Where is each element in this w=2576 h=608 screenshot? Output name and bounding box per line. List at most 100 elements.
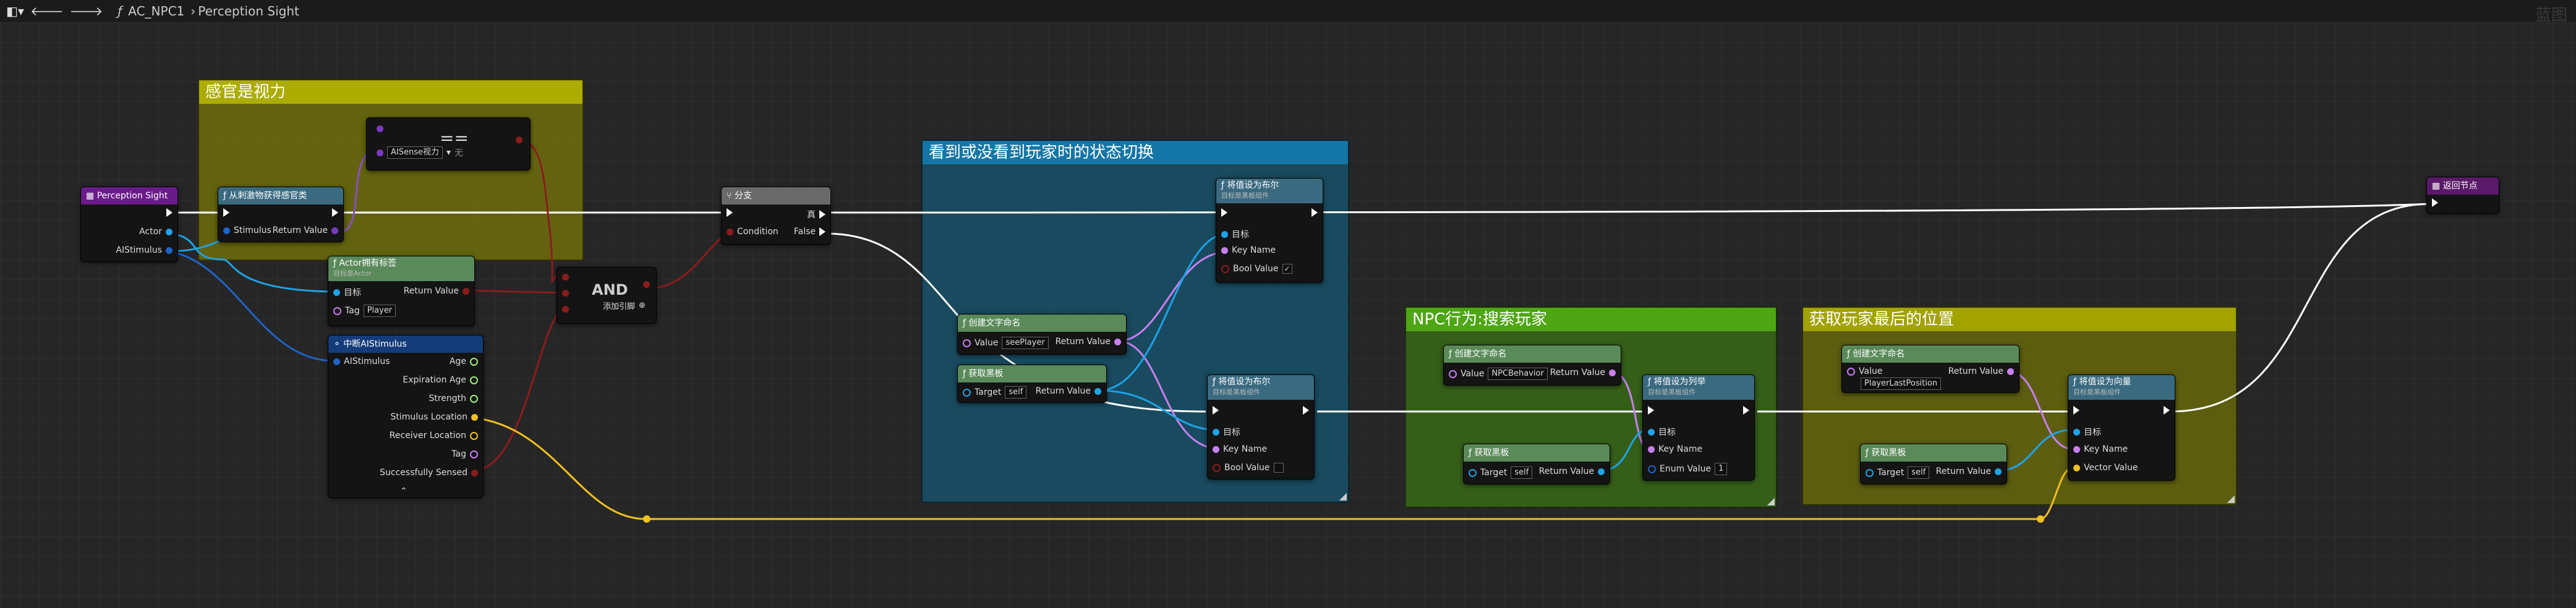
target-field[interactable]: self — [1511, 467, 1533, 479]
node-header[interactable]: ƒ 获取黑板 — [1464, 444, 1610, 462]
value-field[interactable]: NPCBehavior — [1488, 368, 1548, 380]
tag-in-pin[interactable]: Tag Player — [333, 305, 396, 317]
chevron-down-icon[interactable]: ▾ — [446, 148, 451, 158]
get-blackboard-node-3[interactable]: ƒ 获取黑板 Target self Return Value — [1860, 444, 2007, 484]
node-header[interactable]: ⑂ 分支 — [722, 187, 830, 205]
exec-out-pin[interactable] — [1311, 208, 1318, 217]
tag-field[interactable]: Player — [363, 305, 396, 317]
node-header[interactable]: ƒ 获取黑板 — [1861, 444, 2007, 462]
bool-value-pin[interactable]: Bool Value ✓ — [1221, 264, 1292, 274]
add-pin-button[interactable]: 添加引脚 ⊕ — [603, 300, 646, 311]
set-vector-node[interactable]: ƒ 将值设为向量 目标是黑板组件 目标 Key Name Vector Value — [2068, 374, 2175, 481]
equal-node[interactable]: AISense视力 ▾ 无 == — [366, 117, 531, 171]
exec-in-pin[interactable] — [2432, 198, 2438, 207]
target-in-pin[interactable]: Target self — [1866, 467, 1930, 479]
vector-value-pin[interactable]: Vector Value — [2073, 463, 2138, 473]
stimulus-in-pin[interactable]: Stimulus — [223, 226, 271, 235]
tag-pin[interactable]: Tag — [451, 449, 478, 459]
checkbox-unchecked[interactable] — [1273, 463, 1284, 473]
b-in-pin[interactable]: AISense视力 ▾ 无 — [377, 146, 463, 159]
node-header[interactable]: ƒ 创建文字命名 — [958, 315, 1126, 332]
node-header[interactable]: ƒ 创建文字命名 — [1842, 345, 2019, 363]
return-value-pin[interactable]: Return Value — [1056, 337, 1121, 347]
stimulus-location-pin[interactable]: Stimulus Location — [391, 412, 478, 422]
get-blackboard-node-1[interactable]: ƒ 获取黑板 Target self Return Value — [957, 365, 1107, 403]
get-sense-class-node[interactable]: ƒ 从刺激物获得感官类 Stimulus Return Value — [218, 187, 344, 242]
make-name-node-3[interactable]: ƒ 创建文字命名 Value PlayerLastPosition Return… — [1841, 345, 2019, 393]
age-pin[interactable]: Age — [450, 357, 478, 366]
return-value-pin[interactable]: Return Value — [1036, 386, 1101, 396]
target-in-pin[interactable]: 目标 — [1648, 426, 1676, 438]
return-value-pin[interactable]: Return Value — [1948, 366, 2014, 376]
actor-out-pin[interactable]: Actor — [139, 227, 173, 237]
key-name-pin[interactable]: Key Name — [1648, 444, 1702, 454]
return-value-pin[interactable]: Return Value — [404, 286, 469, 296]
node-header[interactable]: ƒ 将值设为布尔 目标是黑板组件 — [1208, 375, 1314, 400]
and-node[interactable]: AND 添加引脚 ⊕ — [557, 267, 657, 324]
return-value-pin[interactable]: Return Value — [1539, 467, 1605, 476]
condition-in-pin[interactable]: Condition — [727, 227, 778, 237]
node-header[interactable]: ▦ Perception Sight — [81, 187, 177, 205]
break-aistimulus-node[interactable]: ⚬ 中断AIStimulus AIStimulus Age Expiration… — [328, 335, 484, 498]
exec-out-pin[interactable] — [166, 208, 173, 217]
value-in-pin[interactable]: Value — [1847, 366, 1882, 376]
exec-in-pin[interactable] — [1648, 406, 1654, 415]
return-node[interactable]: ▦ 返回节点 — [2426, 177, 2499, 214]
target-in-pin[interactable]: Target self — [1469, 467, 1533, 479]
target-in-pin[interactable]: 目标 — [2073, 426, 2101, 438]
value-in-pin[interactable]: Value NPCBehavior — [1449, 368, 1548, 380]
node-header[interactable]: ƒ 将值设为列举 目标是黑板组件 — [1643, 375, 1754, 400]
node-header[interactable]: ▦ 返回节点 — [2427, 177, 2499, 195]
exec-in-pin[interactable] — [2073, 406, 2079, 415]
exec-out-pin[interactable] — [332, 208, 338, 217]
stimulus-out-pin[interactable]: AIStimulus — [116, 245, 173, 255]
set-enum-node[interactable]: ƒ 将值设为列举 目标是黑板组件 目标 Key Name Enum Value 1 — [1642, 374, 1755, 481]
exec-in-pin[interactable] — [223, 208, 229, 217]
target-in-pin[interactable]: Target self — [963, 386, 1027, 399]
actor-has-tag-node[interactable]: ƒ Actor拥有标签 目标是Actor 目标 Return Value Tag P… — [328, 256, 475, 326]
bool-value-pin[interactable]: Bool Value — [1213, 463, 1284, 473]
result-out-pin[interactable] — [643, 281, 650, 288]
make-name-node-1[interactable]: ƒ 创建文字命名 Value seePlayer Return Value — [957, 314, 1127, 355]
node-header[interactable]: ƒ 将值设为布尔 目标是黑板组件 — [1216, 179, 1323, 203]
target-in-pin[interactable]: 目标 — [1221, 228, 1249, 240]
exec-in-pin[interactable] — [1213, 406, 1219, 415]
node-header[interactable]: ƒ 创建文字命名 — [1444, 345, 1621, 363]
enum-field[interactable]: 1 — [1715, 463, 1728, 475]
collapse-arrow-icon[interactable]: ⌃ — [400, 486, 407, 496]
strength-pin[interactable]: Strength — [429, 394, 478, 403]
sensed-pin[interactable]: Successfully Sensed — [380, 468, 478, 478]
node-header[interactable]: ⚬ 中断AIStimulus — [328, 336, 483, 353]
value-in-pin[interactable]: Value seePlayer — [963, 337, 1049, 349]
target-field[interactable]: self — [1005, 386, 1027, 399]
key-name-pin[interactable]: Key Name — [1221, 245, 1276, 255]
b-in-pin[interactable] — [562, 290, 569, 297]
set-bool-node-1[interactable]: ƒ 将值设为布尔 目标是黑板组件 目标 Key Name Bool Value ✓ — [1216, 178, 1323, 283]
target-field[interactable]: self — [1908, 467, 1930, 479]
value-field[interactable]: seePlayer — [1002, 337, 1049, 349]
sense-class-select[interactable]: AISense视力 — [387, 146, 443, 159]
exec-out-pin[interactable] — [1743, 406, 1749, 415]
key-name-pin[interactable]: Key Name — [2073, 444, 2128, 454]
return-value-pin[interactable]: Return Value — [1936, 467, 2002, 476]
false-out-pin[interactable]: False — [794, 227, 825, 237]
node-header[interactable]: ƒ Actor拥有标签 目标是Actor — [328, 256, 474, 281]
a-in-pin[interactable] — [377, 125, 383, 132]
node-header[interactable]: ƒ 从刺激物获得感官类 — [218, 187, 343, 205]
c-in-pin[interactable] — [562, 306, 569, 313]
set-bool-node-2[interactable]: ƒ 将值设为布尔 目标是黑板组件 目标 Key Name Bool Value — [1207, 374, 1315, 479]
exec-out-pin[interactable] — [1303, 406, 1309, 415]
receiver-location-pin[interactable]: Receiver Location — [390, 431, 478, 441]
a-in-pin[interactable] — [562, 274, 569, 281]
get-blackboard-node-2[interactable]: ƒ 获取黑板 Target self Return Value — [1463, 444, 1610, 484]
node-header[interactable]: ƒ 将值设为向量 目标是黑板组件 — [2068, 375, 2175, 400]
target-in-pin[interactable]: 目标 — [333, 286, 361, 298]
entry-node[interactable]: ▦ Perception Sight Actor AIStimulus — [80, 187, 178, 262]
make-name-node-2[interactable]: ƒ 创建文字命名 Value NPCBehavior Return Value — [1443, 345, 1621, 386]
key-name-pin[interactable]: Key Name — [1213, 444, 1267, 454]
exec-in-pin[interactable] — [1221, 208, 1227, 217]
branch-node[interactable]: ⑂ 分支 真 Condition False — [721, 187, 831, 245]
target-in-pin[interactable]: 目标 — [1213, 426, 1240, 438]
enum-value-pin[interactable]: Enum Value 1 — [1648, 463, 1728, 475]
expiration-pin[interactable]: Expiration Age — [403, 375, 478, 385]
